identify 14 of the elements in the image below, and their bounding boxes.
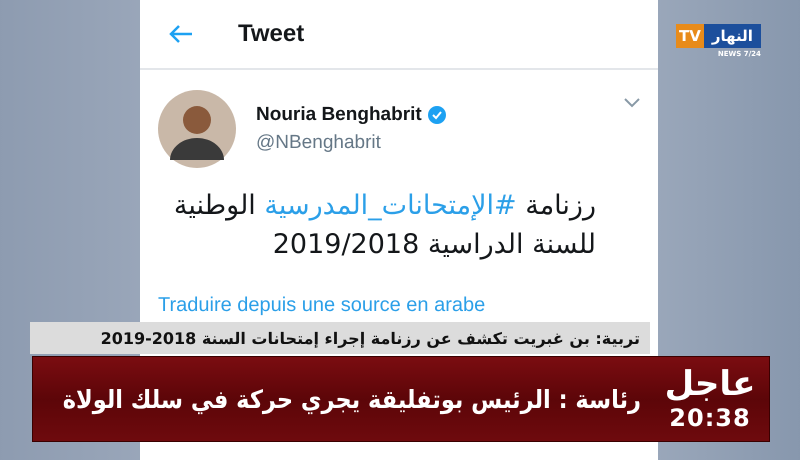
clock-time: 20:38 xyxy=(669,404,751,432)
channel-logo: النهار xyxy=(704,24,761,48)
headline-text: رئاسة : الرئيس بوتفليقة يجري حركة في سلك الولاة xyxy=(62,384,641,414)
logo-badge: TV xyxy=(676,24,704,48)
back-arrow-icon[interactable] xyxy=(168,24,194,44)
screen-title: Tweet xyxy=(238,20,304,48)
tweet-text: رزنامة #الإمتحانات_المدرسية الوطنية للسنة الدراسية 2019/2018 xyxy=(172,189,597,262)
chevron-down-icon[interactable] xyxy=(624,98,640,108)
translate-link[interactable]: Traduire depuis une source en arabe xyxy=(158,294,640,318)
author-name: Nouria Benghabrit xyxy=(256,104,422,126)
hashtag-link[interactable]: #الإمتحانات_المدرسية xyxy=(264,190,517,221)
author-handle: @NBenghabrit xyxy=(256,132,382,154)
breaking-label: عاجل xyxy=(664,366,756,404)
subtitle-text: تربية: بن غبريت تكشف عن رزنامة إجراء إمتحانات السنة 2018-2019 xyxy=(100,328,640,348)
